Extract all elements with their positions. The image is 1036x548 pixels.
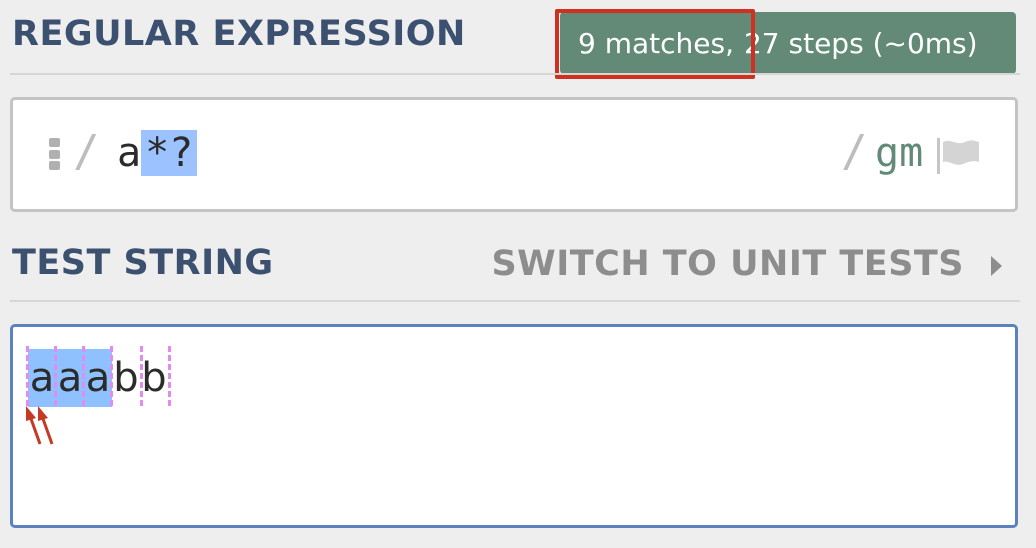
regex-open-delimiter: /: [73, 126, 100, 177]
regex-token-quantifier: *?: [141, 130, 198, 176]
empty-match-marker: [168, 346, 171, 406]
match-boundary-marker: [26, 346, 29, 406]
regex-close-delimiter: /: [841, 126, 868, 177]
match-steps: 27 steps (~0ms): [743, 26, 978, 60]
regex-input-box[interactable]: / a *? / gm: [10, 97, 1018, 212]
test-string-text: a a a b b: [28, 349, 168, 407]
section-divider: [10, 300, 1020, 302]
test-char-match: a: [56, 349, 84, 407]
test-char-match: a: [28, 349, 56, 407]
test-char: b: [141, 355, 167, 401]
test-char-match: a: [84, 349, 112, 407]
drag-handle-icon[interactable]: [49, 138, 60, 170]
match-count-highlight-box: [555, 9, 755, 79]
regex-section-title: REGULAR EXPRESSION: [12, 14, 466, 54]
regex-token-literal: a: [117, 130, 142, 176]
regex-flags[interactable]: gm: [875, 130, 923, 176]
caret-right-icon[interactable]: [991, 256, 1002, 276]
match-boundary-marker: [82, 346, 85, 406]
test-section-title: TEST STRING: [12, 243, 274, 283]
section-divider: [10, 73, 1020, 75]
match-boundary-marker: [54, 346, 57, 406]
switch-to-unit-tests-link[interactable]: SWITCH TO UNIT TESTS: [491, 244, 964, 284]
regex-pattern-input[interactable]: a *?: [117, 130, 198, 176]
flag-icon[interactable]: [937, 138, 981, 174]
match-boundary-marker: [110, 346, 113, 406]
double-arrow-icon: [24, 404, 64, 448]
test-string-input[interactable]: a a a b b: [10, 324, 1018, 528]
test-char: b: [113, 355, 139, 401]
empty-match-marker: [140, 346, 143, 406]
